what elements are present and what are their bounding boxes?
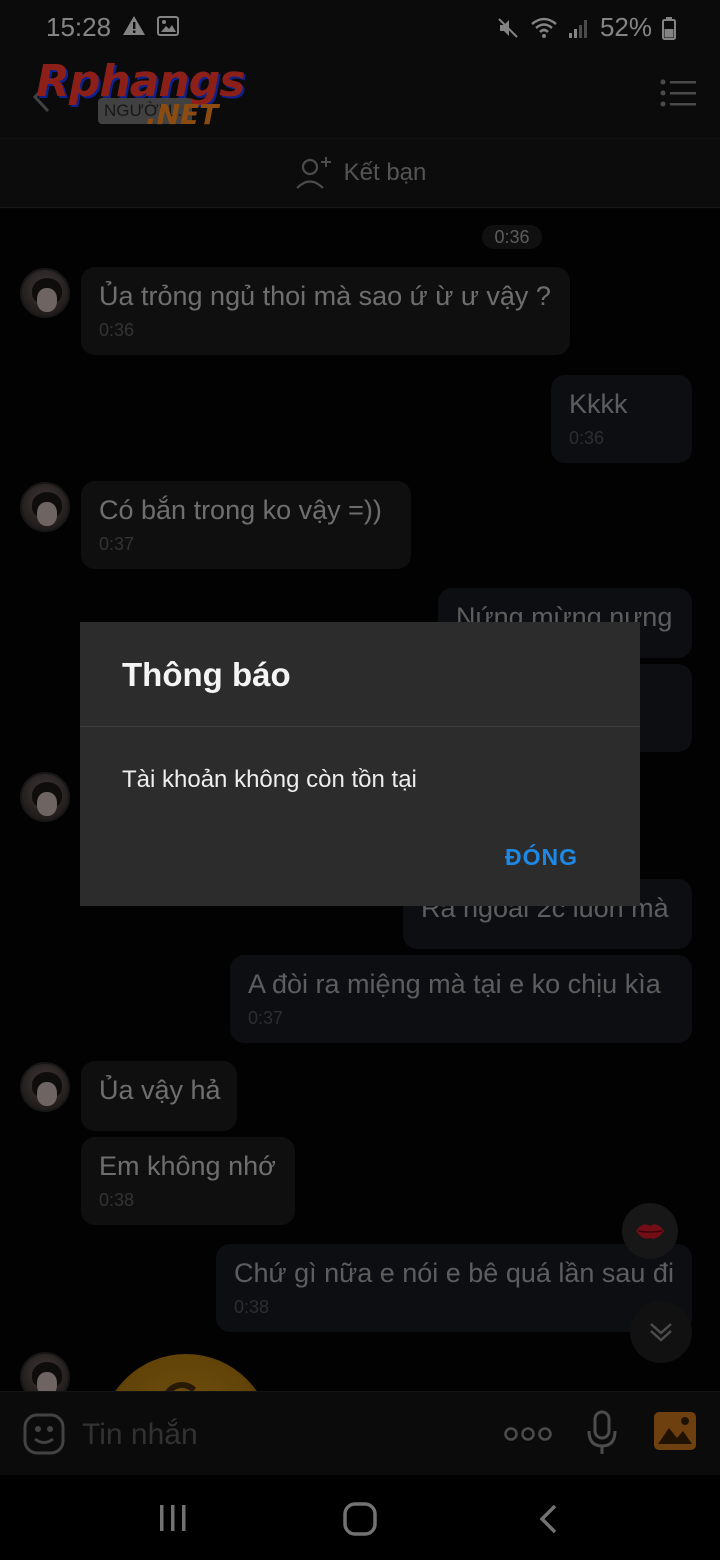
dialog-title: Thông báo xyxy=(122,656,291,693)
dialog-divider xyxy=(80,726,640,727)
dialog-message: Tài khoản không còn tồn tại xyxy=(122,766,417,793)
close-button[interactable]: ĐÓNG xyxy=(505,844,578,871)
notification-dialog: Thông báo Tài khoản không còn tồn tại ĐÓ… xyxy=(80,622,640,906)
